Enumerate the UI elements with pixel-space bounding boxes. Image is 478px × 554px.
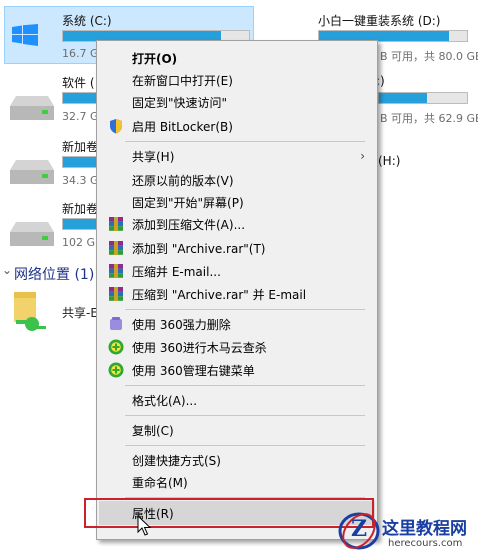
menu-item-restore-versions-label: 还原以前的版本(V): [132, 174, 234, 188]
menu-item-open-new-window-label: 在新窗口中打开(E): [132, 74, 233, 88]
menu-item-360-manage[interactable]: 使用 360管理右键菜单: [99, 359, 375, 381]
menu-item-share-label: 共享(H): [132, 150, 175, 164]
menu-item-compress-email[interactable]: 压缩并 E-mail...: [99, 260, 375, 282]
winrar-icon: [109, 217, 123, 231]
drive-software-space: 32.7 G: [62, 110, 99, 123]
shield-icon: [110, 119, 122, 134]
menu-item-copy[interactable]: 复制(C): [99, 419, 375, 441]
hard-drive-icon: [10, 160, 54, 184]
context-menu: 打开(O) 在新窗口中打开(E) 固定到"快速访问" 启用 BitLocker(…: [96, 40, 378, 540]
menu-item-pin-quick-access-label: 固定到"快速访问": [132, 96, 228, 110]
winrar-icon: [109, 264, 123, 278]
winrar-icon: [109, 287, 123, 301]
drive-right-2-usage-bar: [378, 92, 468, 104]
hard-drive-icon: [10, 222, 54, 246]
menu-separator: [125, 385, 365, 386]
drive-c-label: 系统 (C:): [62, 14, 112, 28]
watermark-logo-letter: Z: [351, 516, 368, 542]
menu-item-360-manage-label: 使用 360管理右键菜单: [132, 364, 255, 378]
menu-item-compress-rar-email-label: 压缩到 "Archive.rar" 并 E-mail: [132, 288, 307, 302]
menu-item-rename-label: 重命名(M): [132, 476, 188, 490]
menu-item-add-archive-rar[interactable]: 添加到 "Archive.rar"(T): [99, 237, 375, 259]
network-share-item[interactable]: 共享-E: [6, 288, 98, 334]
menu-item-open-new-window[interactable]: 在新窗口中打开(E): [99, 69, 375, 91]
drive-new-volume-2-label: 新加卷: [62, 202, 99, 216]
mouse-cursor-icon: [137, 515, 151, 536]
menu-item-create-shortcut[interactable]: 创建快捷方式(S): [99, 449, 375, 471]
menu-item-pin-quick-access[interactable]: 固定到"快速访问": [99, 91, 375, 113]
drive-software-label: 软件 (: [62, 76, 95, 90]
menu-item-copy-label: 复制(C): [132, 424, 174, 438]
windows-logo-icon: [12, 24, 38, 46]
menu-item-add-archive-rar-label: 添加到 "Archive.rar"(T): [132, 242, 266, 256]
drive-new-volume-2-space: 102 G: [62, 236, 96, 249]
drive-h-label: (H:): [378, 154, 401, 168]
drive-d-label: 小白一键重装系统 (D:): [318, 14, 441, 28]
watermark: Z 这里教程网 herecours.com: [336, 508, 478, 554]
menu-item-format-label: 格式化(A)...: [132, 394, 198, 408]
menu-item-restore-versions[interactable]: 还原以前的版本(V): [99, 169, 375, 191]
menu-item-open[interactable]: 打开(O): [99, 47, 375, 69]
menu-separator: [125, 445, 365, 446]
drive-right-2-usage-fill: [379, 93, 428, 103]
menu-separator: [125, 309, 365, 310]
menu-item-add-archive[interactable]: 添加到压缩文件(A)...: [99, 213, 375, 235]
network-folder-icon: [14, 292, 46, 331]
menu-item-pin-start[interactable]: 固定到"开始"屏幕(P): [99, 191, 375, 213]
menu-separator: [125, 415, 365, 416]
drive-d-space: B 可用，共 80.0 GB: [380, 50, 478, 63]
menu-item-360-delete-label: 使用 360强力删除: [132, 318, 231, 332]
menu-item-compress-rar-email[interactable]: 压缩到 "Archive.rar" 并 E-mail: [99, 283, 375, 305]
menu-item-pin-start-label: 固定到"开始"屏幕(P): [132, 196, 244, 210]
winrar-icon: [109, 241, 123, 255]
drive-new-volume-1-space: 34.3 G: [62, 174, 99, 187]
drive-new-volume-1-label: 新加卷: [62, 140, 99, 154]
watermark-url: herecours.com: [388, 538, 463, 549]
network-section-header[interactable]: ⌄ 网络位置 (1): [2, 262, 96, 283]
chevron-down-icon: ⌄: [2, 263, 13, 277]
watermark-title: 这里教程网: [382, 519, 467, 539]
menu-item-format[interactable]: 格式化(A)...: [99, 389, 375, 411]
menu-item-add-archive-label: 添加到压缩文件(A)...: [132, 218, 246, 232]
drive-right-2-space: B 可用，共 62.9 GB: [380, 112, 478, 125]
menu-item-360-scan-label: 使用 360进行木马云查杀: [132, 341, 267, 355]
drive-c-space: 16.7 G: [62, 47, 99, 60]
360-manage-icon: [108, 362, 124, 378]
menu-item-360-delete[interactable]: 使用 360强力删除: [99, 313, 375, 335]
menu-separator: [125, 141, 365, 142]
menu-item-create-shortcut-label: 创建快捷方式(S): [132, 454, 221, 468]
hard-drive-icon: [10, 96, 54, 120]
menu-item-open-label: 打开(O): [132, 52, 178, 66]
menu-item-share[interactable]: 共享(H) ›: [99, 145, 375, 167]
360-delete-icon: [110, 317, 122, 330]
menu-item-bitlocker-label: 启用 BitLocker(B): [132, 120, 233, 134]
menu-item-bitlocker[interactable]: 启用 BitLocker(B): [99, 115, 375, 137]
highlight-box: [84, 498, 374, 528]
network-section-label: 网络位置 (1): [14, 267, 95, 283]
network-share-label: 共享-E: [62, 306, 98, 320]
menu-item-rename[interactable]: 重命名(M): [99, 471, 375, 493]
menu-item-compress-email-label: 压缩并 E-mail...: [132, 265, 221, 279]
360-scan-icon: [108, 339, 124, 355]
menu-item-360-scan[interactable]: 使用 360进行木马云查杀: [99, 336, 375, 358]
chevron-right-icon: ›: [360, 149, 365, 163]
